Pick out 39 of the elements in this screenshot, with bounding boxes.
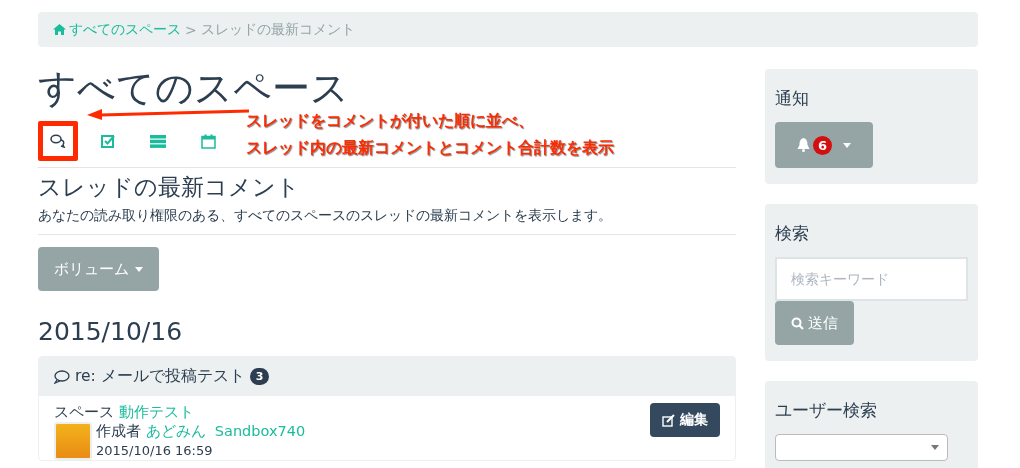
- search-icon: [791, 316, 804, 330]
- search-button[interactable]: 送信: [775, 301, 854, 345]
- panel-title: 通知: [775, 87, 810, 110]
- comment-count-badge: 3: [249, 368, 270, 385]
- checkbox-icon: [101, 134, 115, 148]
- comments-icon: [50, 134, 66, 148]
- caret-icon: [842, 142, 851, 148]
- author-link[interactable]: あどみん: [145, 423, 206, 439]
- edit-button[interactable]: 編集: [650, 403, 720, 437]
- view-tab[interactable]: [38, 121, 78, 161]
- breadcrumb-current: スレッドの最新コメント: [200, 20, 355, 39]
- description-text: あなたの読み取り権限のある、すべてのスペースのスレッドの最新コメントを表示します。: [38, 207, 736, 235]
- panel-title: ユーザー検索: [775, 399, 878, 422]
- breadcrumb-separator: >: [185, 21, 197, 38]
- space-label: スペース: [54, 404, 114, 420]
- section-title: スレッドの最新コメント: [38, 173, 301, 202]
- list-icon: [150, 134, 166, 148]
- author-id-link[interactable]: Sandbox740: [214, 423, 306, 439]
- notification-count: 6: [813, 135, 832, 155]
- home-icon: [53, 24, 66, 35]
- edit-icon: [662, 413, 675, 427]
- caret-icon: [135, 266, 143, 272]
- search-field[interactable]: 検索キーワード: [775, 257, 968, 301]
- comment-icon: [54, 369, 70, 384]
- bell-icon: [797, 138, 810, 152]
- author-label: 作成者: [96, 423, 141, 439]
- annotation-text: スレッドをコメントが付いた順に並べ、 スレッド内の最新コメントとコメント合計数を表示: [246, 111, 614, 159]
- panel-title: 検索: [775, 222, 810, 245]
- space-link[interactable]: 動作テスト: [118, 404, 194, 420]
- volume-dropdown[interactable]: ボリューム: [38, 247, 159, 291]
- thread-title[interactable]: re: メールで投稿テスト: [75, 366, 245, 387]
- home-link[interactable]: すべてのスペース: [53, 20, 181, 39]
- post-datetime: 2015/10/16 16:59: [96, 442, 214, 460]
- calendar-icon: [200, 133, 216, 149]
- page-title: すべてのスペース: [38, 69, 349, 107]
- date-heading: 2015/10/16: [38, 317, 184, 346]
- user-select[interactable]: [775, 434, 948, 461]
- caret-icon: [931, 445, 939, 450]
- notification-button[interactable]: 6: [775, 122, 873, 168]
